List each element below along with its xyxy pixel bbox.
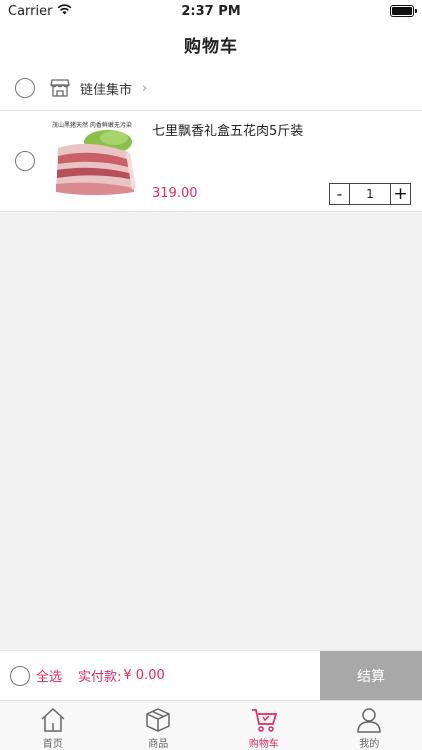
store-icon	[50, 79, 70, 97]
battery-icon	[390, 5, 417, 17]
total-value: ¥ 0.00	[123, 668, 165, 683]
tab-label-products: 商品	[148, 739, 169, 750]
status-bar: Carrier 2:37 PM	[0, 0, 422, 22]
checkout-bar: 全选 实付款: ¥ 0.00 结算	[0, 650, 422, 701]
tab-cart[interactable]: 购物车	[211, 701, 317, 750]
checkout-button[interactable]: 结算	[320, 651, 422, 701]
product-image[interactable]: 茂山黑猪天然 肉香鲜嫩无污染	[48, 118, 142, 206]
item-title[interactable]: 七里飘香礼盒五花肉5斤装	[152, 120, 303, 139]
store-select-radio[interactable]	[15, 78, 35, 98]
item-select-radio[interactable]	[15, 151, 35, 171]
tab-label-cart: 购物车	[248, 739, 279, 750]
total-label: 实付款:	[78, 670, 122, 685]
box-icon	[144, 706, 172, 733]
increase-button[interactable]: +	[390, 184, 410, 204]
tab-label-profile: 我的	[359, 739, 380, 750]
wifi-icon	[57, 3, 72, 19]
page-title: 购物车	[184, 36, 238, 57]
store-row[interactable]: 链佳集市 ›	[0, 66, 422, 111]
store-name[interactable]: 链佳集市	[80, 79, 132, 98]
item-price: 319.00	[152, 186, 198, 201]
tab-bar: 首页 商品 购物车 我的	[0, 700, 422, 750]
chevron-right-icon[interactable]: ›	[142, 81, 147, 96]
image-caption: 茂山黑猪天然 肉香鲜嫩无污染	[52, 121, 132, 129]
cart-icon	[250, 706, 278, 733]
decrease-button[interactable]: -	[330, 184, 350, 204]
select-all-radio[interactable]	[10, 665, 30, 686]
quantity-stepper: - 1 +	[329, 183, 411, 205]
user-icon	[355, 706, 383, 733]
quantity-field[interactable]: 1	[350, 184, 390, 204]
tab-profile[interactable]: 我的	[317, 701, 422, 750]
tab-label-home: 首页	[42, 739, 63, 750]
nav-bar: 购物车	[0, 22, 422, 66]
tab-home[interactable]: 首页	[0, 701, 106, 750]
tab-products[interactable]: 商品	[106, 701, 212, 750]
status-left: Carrier	[8, 4, 72, 19]
cart-item: 茂山黑猪天然 肉香鲜嫩无污染 七里飘香礼盒五花肉5斤装 319.00 - 1 +	[0, 111, 422, 212]
home-icon	[39, 706, 67, 733]
select-all-label[interactable]: 全选	[36, 666, 62, 685]
carrier-label: Carrier	[8, 3, 53, 19]
